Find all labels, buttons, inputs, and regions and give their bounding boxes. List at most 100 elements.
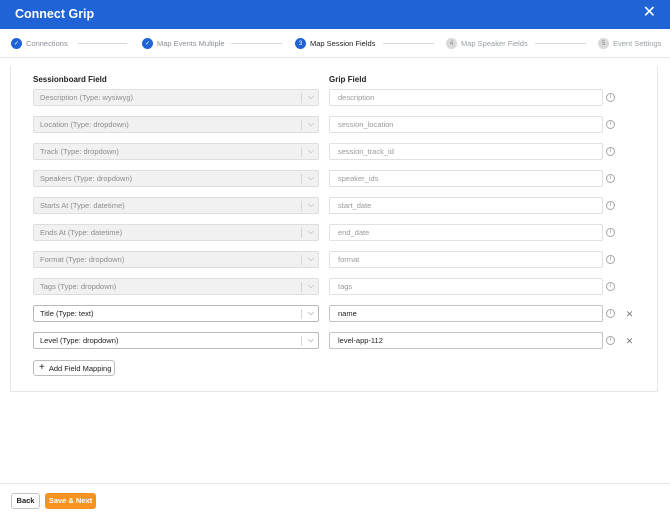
chevron-down-icon: ⌵ [307,146,314,155]
input-value: speaker_ids [338,174,379,183]
grip-field-header: Grip Field [329,75,367,84]
select-divider [301,174,302,184]
info-icon[interactable]: i [606,309,615,318]
info-icon[interactable]: i [606,93,615,102]
grip-field-input: end_date [329,224,603,241]
chevron-down-icon[interactable]: ⌵ [308,308,314,318]
select-value: Level (Type: dropdown) [40,336,119,345]
select-value: Format (Type: dropdown) [40,255,125,264]
chevron-down-icon: ⌵ [307,173,314,182]
remove-mapping-icon[interactable]: ✕ [625,336,634,346]
step-label: Map Speaker Fields [461,39,528,48]
info-icon[interactable]: i [606,228,615,237]
select-value: Track (Type: dropdown) [40,147,119,156]
back-button[interactable]: Back [11,493,40,509]
step-connector [535,43,586,44]
sessionboard-field-select[interactable]: Title (Type: text) ⌵ [33,305,319,322]
step-map-events-multiple[interactable]: ✓ Map Events Multiple [142,37,225,50]
step-connector [231,43,282,44]
step-connector [78,43,127,44]
info-icon[interactable]: i [606,201,615,210]
save-next-button[interactable]: Save & Next [45,493,96,509]
grip-field-input: session_track_id [329,143,603,160]
grip-field-input: tags [329,278,603,295]
sessionboard-field-select: Location (Type: dropdown) ⌵ [33,116,319,133]
add-field-mapping-button[interactable]: + Add Field Mapping [33,360,115,376]
input-value: level-app-112 [338,336,383,345]
grip-field-input: speaker_ids [329,170,603,187]
input-value: name [338,309,357,318]
select-value: Tags (Type: dropdown) [40,282,117,291]
info-icon[interactable]: i [606,147,615,156]
chevron-down-icon: ⌵ [307,254,314,263]
sessionboard-field-select[interactable]: Level (Type: dropdown) ⌵ [33,332,319,349]
sessionboard-field-select: Format (Type: dropdown) ⌵ [33,251,319,268]
grip-field-input: session_location [329,116,603,133]
chevron-down-icon: ⌵ [307,227,314,236]
step-connections[interactable]: ✓ Connections [11,37,68,50]
select-divider [301,120,302,130]
close-icon[interactable]: ✕ [643,4,656,22]
select-value: Ends At (Type: datetime) [40,228,123,237]
select-divider [301,147,302,157]
input-value: end_date [338,228,370,237]
select-divider [301,336,302,346]
grip-field-input: start_date [329,197,603,214]
select-value: Description (Type: wysiwyg) [40,93,133,102]
info-icon[interactable]: i [606,336,615,345]
chevron-down-icon: ⌵ [307,200,314,209]
step-connector [383,43,434,44]
step-label: Map Session Fields [310,39,376,48]
select-divider [301,282,302,292]
step-map-speaker-fields[interactable]: 4 Map Speaker Fields [446,37,528,50]
select-value: Speakers (Type: dropdown) [40,174,133,183]
sessionboard-field-select: Tags (Type: dropdown) ⌵ [33,278,319,295]
sessionboard-field-header: Sessionboard Field [33,75,107,84]
sessionboard-field-select: Starts At (Type: datetime) ⌵ [33,197,319,214]
grip-field-input[interactable]: level-app-112 [329,332,603,349]
select-divider [301,93,302,103]
grip-field-input: description [329,89,603,106]
sessionboard-field-select: Speakers (Type: dropdown) ⌵ [33,170,319,187]
select-divider [301,255,302,265]
modal-title: Connect Grip [15,7,95,21]
select-divider [301,201,302,211]
info-icon[interactable]: i [606,120,615,129]
input-value: session_location [338,120,394,129]
grip-field-input: format [329,251,603,268]
select-value: Location (Type: dropdown) [40,120,129,129]
check-icon: ✓ [11,38,22,49]
modal-footer: Back Save & Next [0,483,670,514]
info-icon[interactable]: i [606,174,615,183]
step-number: 5 [598,38,609,49]
chevron-down-icon: ⌵ [307,119,314,128]
step-label: Map Events Multiple [157,39,225,48]
step-number: 3 [295,38,306,49]
info-icon[interactable]: i [606,282,615,291]
modal-header: Connect Grip ✕ [0,0,670,29]
input-value: tags [338,282,353,291]
sessionboard-field-select: Description (Type: wysiwyg) ⌵ [33,89,319,106]
wizard-stepper: ✓ Connections ✓ Map Events Multiple 3 Ma… [0,29,670,58]
info-icon[interactable]: i [606,255,615,264]
sessionboard-field-select: Ends At (Type: datetime) ⌵ [33,224,319,241]
step-map-session-fields[interactable]: 3 Map Session Fields [295,37,375,50]
input-value: session_track_id [338,147,394,156]
select-value: Starts At (Type: datetime) [40,201,125,210]
grip-field-input[interactable]: name [329,305,603,322]
step-number: 4 [446,38,457,49]
input-value: start_date [338,201,372,210]
step-label: Event Settings [613,39,662,48]
remove-mapping-icon[interactable]: ✕ [625,309,634,319]
sessionboard-field-select: Track (Type: dropdown) ⌵ [33,143,319,160]
step-label: Connections [26,39,68,48]
add-field-mapping-label: Add Field Mapping [48,363,112,373]
plus-icon: + [39,362,45,373]
input-value: description [338,93,375,102]
chevron-down-icon: ⌵ [307,92,314,101]
step-event-settings[interactable]: 5 Event Settings [598,37,661,50]
chevron-down-icon[interactable]: ⌵ [308,335,314,345]
chevron-down-icon: ⌵ [307,281,314,290]
select-divider [301,228,302,238]
select-divider [301,309,302,319]
